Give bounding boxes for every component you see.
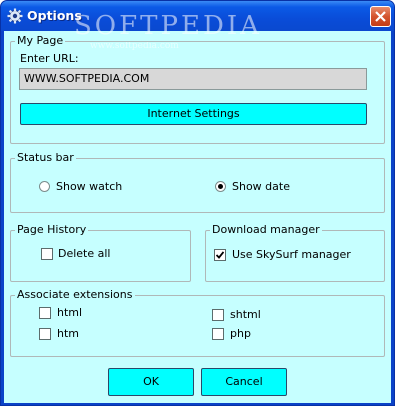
internet-settings-button[interactable]: Internet Settings bbox=[20, 103, 367, 125]
options-dialog: Options SOFTPEDIA www.softpedia.com My P… bbox=[0, 0, 395, 406]
use-skysurf-box[interactable] bbox=[214, 249, 226, 261]
associate-extensions-group: Associate extensions bbox=[10, 288, 385, 357]
close-icon bbox=[375, 11, 386, 22]
ext-php-label: php bbox=[230, 327, 251, 340]
watermark-text: SOFTPEDIA bbox=[74, 11, 262, 41]
radio-show-date-button[interactable] bbox=[215, 181, 226, 192]
download-manager-group-label: Download manager bbox=[210, 223, 322, 237]
ext-html-label: html bbox=[57, 306, 83, 319]
url-value: WWW.SOFTPEDIA.COM bbox=[24, 72, 150, 85]
status-bar-group-label: Status bar bbox=[15, 151, 76, 165]
ext-php-box[interactable] bbox=[212, 328, 224, 340]
radio-show-watch-label: Show watch bbox=[56, 180, 123, 193]
page-history-group-label: Page History bbox=[15, 223, 89, 237]
delete-all-box[interactable] bbox=[41, 248, 53, 260]
url-input[interactable]: WWW.SOFTPEDIA.COM bbox=[19, 68, 367, 90]
watermark: SOFTPEDIA bbox=[74, 11, 262, 41]
ok-button[interactable]: OK bbox=[108, 368, 194, 396]
cancel-label: Cancel bbox=[225, 375, 263, 388]
close-button[interactable] bbox=[370, 6, 391, 27]
ext-shtml-box[interactable] bbox=[212, 309, 224, 321]
ext-shtml-label: shtml bbox=[230, 308, 261, 321]
associate-extensions-group-label: Associate extensions bbox=[15, 288, 135, 302]
checkmark-icon bbox=[216, 251, 224, 259]
ext-htm-box[interactable] bbox=[39, 328, 51, 340]
radio-show-date-label: Show date bbox=[232, 180, 290, 193]
delete-all-label: Delete all bbox=[58, 247, 111, 260]
ok-label: OK bbox=[143, 375, 159, 388]
radio-show-watch-button[interactable] bbox=[39, 181, 50, 192]
url-label: Enter URL: bbox=[20, 52, 79, 65]
gear-icon bbox=[7, 8, 23, 24]
my-page-group-label: My Page bbox=[15, 34, 66, 48]
cancel-button[interactable]: Cancel bbox=[201, 368, 287, 396]
internet-settings-label: Internet Settings bbox=[147, 107, 240, 120]
ext-html-box[interactable] bbox=[39, 307, 51, 319]
ext-htm-label: htm bbox=[57, 327, 79, 340]
dialog-client-area: SOFTPEDIA www.softpedia.com My Page Ente… bbox=[4, 11, 391, 403]
use-skysurf-label: Use SkySurf manager bbox=[232, 248, 351, 261]
